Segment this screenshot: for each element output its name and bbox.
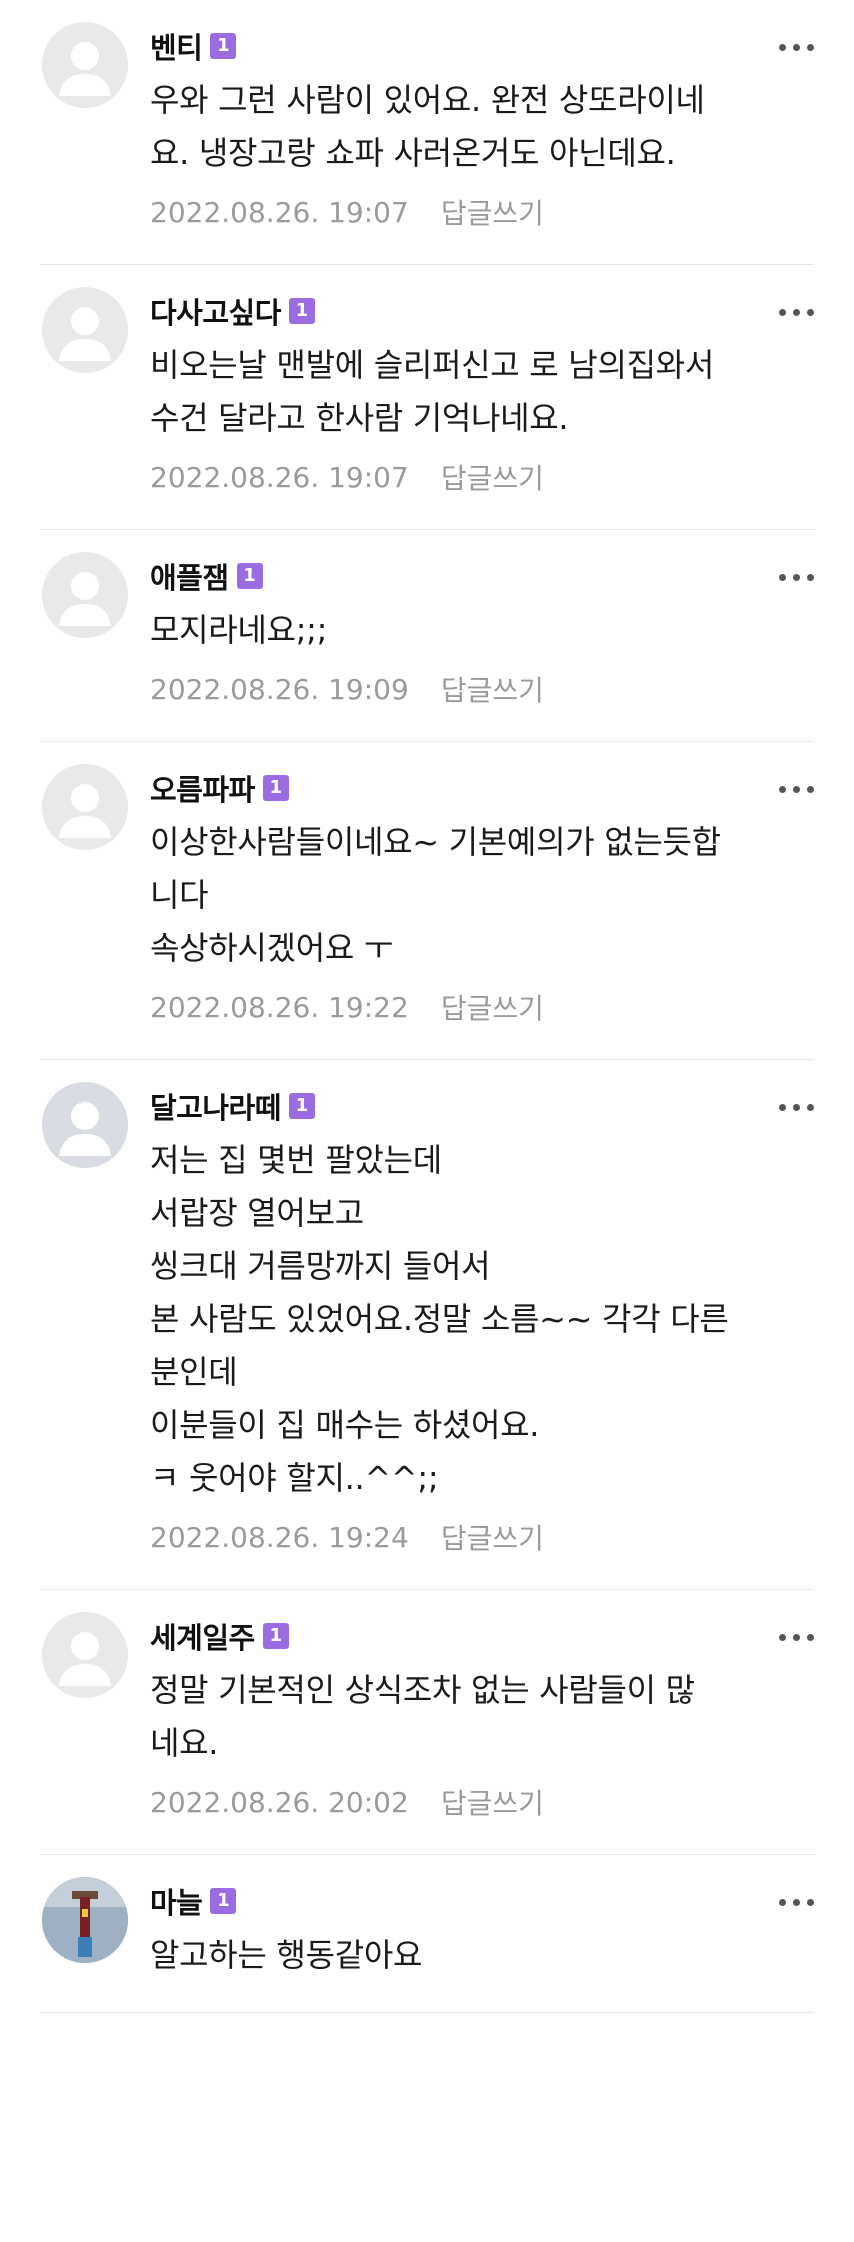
comment-text: 모지라네요;;;: [150, 604, 814, 657]
comment-text-line: 이상한사람들이네요~ 기본예의가 없는듯합: [150, 823, 721, 861]
more-options-icon[interactable]: [779, 574, 814, 581]
default-avatar-icon[interactable]: [42, 1082, 128, 1168]
member-level-badge: 1: [262, 775, 289, 801]
more-options-icon[interactable]: [779, 1899, 814, 1906]
comment-item: 애플잼 1 모지라네요;;; 2022.08.26. 19:09 답글쓰기: [40, 530, 814, 742]
comment-item: 세계일주 1 정말 기본적인 상식조차 없는 사람들이 많네요. 2022.08.26…: [40, 1590, 814, 1855]
comment-text: 저는 집 몇번 팔았는데서랍장 열어보고씽크대 거름망까지 들어서본 사람도 있…: [150, 1134, 814, 1505]
author-name[interactable]: 달고나라떼: [150, 1085, 281, 1127]
default-avatar-icon[interactable]: [42, 22, 128, 108]
comment-date: 2022.08.26. 20:02: [150, 1785, 409, 1819]
reply-button[interactable]: 답글쓰기: [441, 1517, 544, 1557]
reply-button[interactable]: 답글쓰기: [441, 669, 544, 709]
member-level-badge: 1: [288, 298, 315, 324]
comment-text-line: 요. 냉장고랑 쇼파 사러온거도 아닌데요.: [150, 134, 676, 172]
comment-text: 정말 기본적인 상식조차 없는 사람들이 많네요.: [150, 1664, 814, 1770]
comment-text: 우와 그런 사람이 있어요. 완전 상또라이네요. 냉장고랑 쇼파 사러온거도 …: [150, 74, 814, 180]
member-level-badge: 1: [262, 1623, 289, 1649]
author-name[interactable]: 다사고싶다: [150, 290, 281, 332]
reply-button[interactable]: 답글쓰기: [441, 1782, 544, 1822]
profile-photo-avatar[interactable]: [42, 1877, 128, 1963]
reply-button[interactable]: 답글쓰기: [441, 987, 544, 1027]
comment-item: 벤티 1 우와 그런 사람이 있어요. 완전 상또라이네요. 냉장고랑 쇼파 사러온…: [40, 0, 814, 265]
member-level-badge: 1: [210, 33, 237, 59]
comment-header: 세계일주 1: [150, 1616, 814, 1656]
comment-header: 오름파파 1: [150, 768, 814, 808]
comment-item: 달고나라떼 1 저는 집 몇번 팔았는데서랍장 열어보고씽크대 거름망까지 들어서본…: [40, 1060, 814, 1590]
comment-meta: 2022.08.26. 19:07 답글쓰기: [150, 455, 814, 499]
comment-header: 다사고싶다 1: [150, 291, 814, 331]
member-level-badge: 1: [210, 1888, 237, 1914]
reply-button[interactable]: 답글쓰기: [441, 457, 544, 497]
reply-button[interactable]: 답글쓰기: [441, 192, 544, 232]
comment-meta: 2022.08.26. 19:24 답글쓰기: [150, 1515, 814, 1559]
author-name[interactable]: 오름파파: [150, 767, 255, 809]
comment-header: 달고나라떼 1: [150, 1086, 814, 1126]
author-name[interactable]: 세계일주: [150, 1615, 255, 1657]
comment-text-line: 속상하시겠어요 ㅜ: [150, 929, 393, 967]
member-level-badge: 1: [288, 1093, 315, 1119]
comment-header: 마늘 1: [150, 1881, 814, 1921]
comment-text: 비오는날 맨발에 슬리퍼신고 로 남의집와서수건 달라고 한사람 기억나네요.: [150, 339, 814, 445]
comment-date: 2022.08.26. 19:09: [150, 672, 409, 706]
comment-meta: 2022.08.26. 20:02 답글쓰기: [150, 1780, 814, 1824]
comment-item: 마늘 1 알고하는 행동같아요: [40, 1855, 814, 2013]
more-options-icon[interactable]: [779, 1104, 814, 1111]
more-options-icon[interactable]: [779, 786, 814, 793]
comment-item: 다사고싶다 1 비오는날 맨발에 슬리퍼신고 로 남의집와서수건 달라고 한사람 기…: [40, 265, 814, 530]
comment-meta: 2022.08.26. 19:07 답글쓰기: [150, 190, 814, 234]
default-avatar-icon[interactable]: [42, 552, 128, 638]
comment-text-line: 정말 기본적인 상식조차 없는 사람들이 많: [150, 1671, 695, 1709]
more-options-icon[interactable]: [779, 1634, 814, 1641]
comment-date: 2022.08.26. 19:07: [150, 195, 409, 229]
author-name[interactable]: 마늘: [150, 1880, 203, 1922]
comment-text-line: 이분들이 집 매수는 하셨어요.: [150, 1406, 540, 1444]
comment-text-line: 모지라네요;;;: [150, 611, 328, 649]
member-level-badge: 1: [236, 563, 263, 589]
comment-text-line: 비오는날 맨발에 슬리퍼신고 로 남의집와서: [150, 346, 715, 384]
more-options-icon[interactable]: [779, 44, 814, 51]
default-avatar-icon[interactable]: [42, 287, 128, 373]
comment-date: 2022.08.26. 19:07: [150, 460, 409, 494]
comment-text-line: 서랍장 열어보고: [150, 1194, 364, 1232]
comment-text-line: 니다: [150, 876, 209, 914]
comment-meta: 2022.08.26. 19:09 답글쓰기: [150, 667, 814, 711]
comment-date: 2022.08.26. 19:22: [150, 990, 409, 1024]
comment-text-line: 씽크대 거름망까지 들어서: [150, 1247, 491, 1285]
comment-item: 오름파파 1 이상한사람들이네요~ 기본예의가 없는듯합니다속상하시겠어요 ㅜ 202…: [40, 742, 814, 1060]
comment-text-line: ㅋ 웃어야 할지..^^;;: [150, 1459, 439, 1497]
comment-text-line: 네요.: [150, 1724, 219, 1762]
default-avatar-icon[interactable]: [42, 1612, 128, 1698]
comment-meta: 2022.08.26. 19:22 답글쓰기: [150, 985, 814, 1029]
comment-list: 벤티 1 우와 그런 사람이 있어요. 완전 상또라이네요. 냉장고랑 쇼파 사러온…: [0, 0, 854, 2013]
comment-header: 벤티 1: [150, 26, 814, 66]
comment-header: 애플잼 1: [150, 556, 814, 596]
comment-text-line: 알고하는 행동같아요: [150, 1936, 423, 1974]
comment-text: 알고하는 행동같아요: [150, 1929, 814, 1982]
more-options-icon[interactable]: [779, 309, 814, 316]
author-name[interactable]: 벤티: [150, 25, 203, 67]
author-name[interactable]: 애플잼: [150, 555, 229, 597]
comment-text-line: 저는 집 몇번 팔았는데: [150, 1141, 442, 1179]
comment-text-line: 본 사람도 있었어요.정말 소름~~ 각각 다른: [150, 1300, 729, 1338]
comment-date: 2022.08.26. 19:24: [150, 1520, 409, 1554]
comment-text-line: 수건 달라고 한사람 기억나네요.: [150, 399, 569, 437]
comment-text-line: 우와 그런 사람이 있어요. 완전 상또라이네: [150, 81, 705, 119]
comment-text: 이상한사람들이네요~ 기본예의가 없는듯합니다속상하시겠어요 ㅜ: [150, 816, 814, 975]
comment-text-line: 분인데: [150, 1353, 238, 1391]
default-avatar-icon[interactable]: [42, 764, 128, 850]
